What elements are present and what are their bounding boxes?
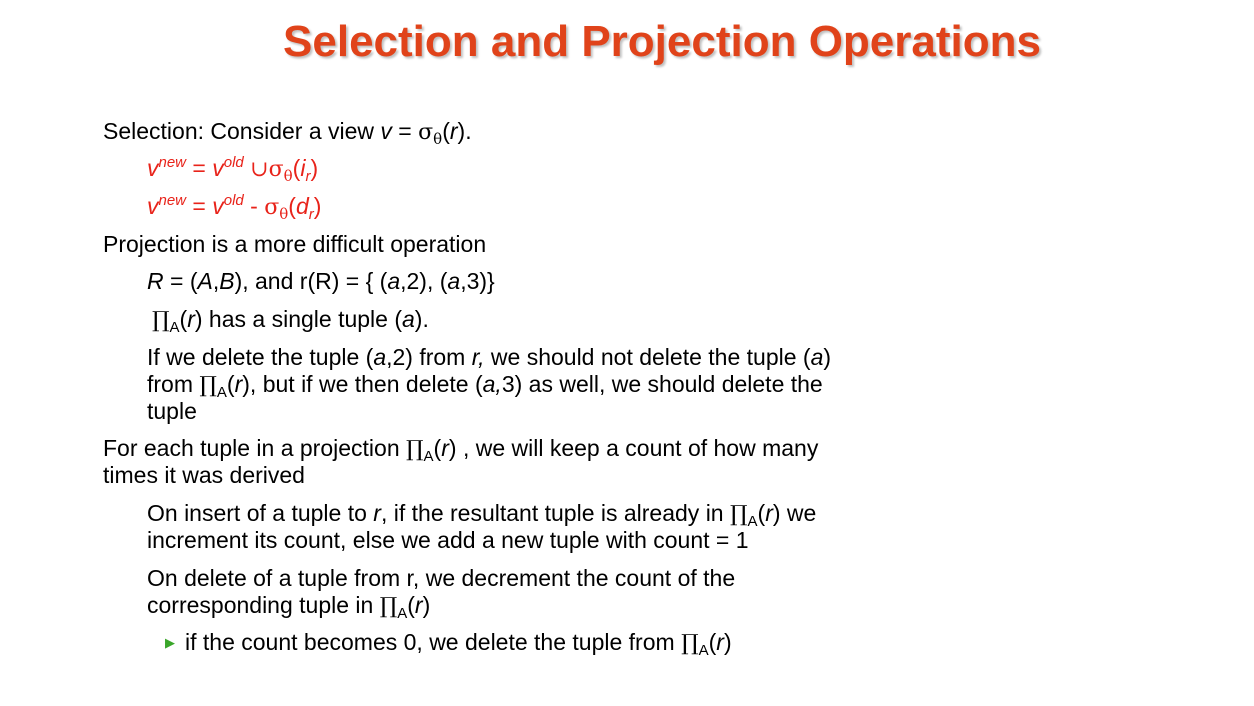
pi-symbol: ∏	[379, 594, 398, 619]
projection-heading: Projection is a more difficult operation	[103, 231, 487, 257]
text: r	[187, 306, 195, 332]
text: R	[147, 268, 164, 294]
text: r	[441, 435, 449, 461]
text: v	[212, 155, 224, 181]
selection-insert-formula: vnew = vold ∪σθ(ir)	[147, 154, 319, 185]
pi-symbol: ∏	[730, 502, 748, 527]
text: v	[147, 193, 159, 219]
delete-example-line-2: from ∏A(r), but if we then delete (a,3) …	[147, 371, 823, 401]
pi-symbol: ∏	[406, 437, 424, 462]
pi-symbol: ∏	[199, 373, 217, 398]
text: from	[147, 371, 200, 397]
slide: Selection and Projection Operations Sele…	[0, 0, 1254, 706]
text: ), but if we then delete (	[242, 371, 483, 397]
text: A	[698, 642, 709, 659]
text: ,2), (	[400, 268, 448, 294]
selection-intro: Selection: Consider a view v = σθ(r).	[103, 118, 472, 148]
text: a	[402, 306, 415, 332]
text: if the count becomes 0, we delete the tu…	[185, 629, 682, 655]
delete-count-line-1: On delete of a tuple from r, we decremen…	[147, 565, 736, 591]
text: old	[223, 154, 244, 171]
text: =	[391, 118, 419, 144]
text: new	[158, 192, 187, 209]
delete-example-line-3: tuple	[147, 398, 197, 424]
pi-symbol: ∏	[681, 631, 699, 656]
projection-single-tuple: ∏A(r) has a single tuple (a).	[152, 306, 429, 336]
relation-definition: R = (A,B), and r(R) = { (a,2), (a,3)}	[147, 268, 495, 295]
text: , if the resultant tuple is already in	[380, 500, 730, 526]
text: r	[765, 500, 773, 526]
text: d	[295, 193, 309, 219]
text: ,3)}	[460, 268, 495, 294]
text: r	[308, 206, 314, 223]
text: = (	[163, 268, 198, 294]
text: r	[305, 168, 311, 185]
text: -	[243, 193, 265, 219]
text: A	[747, 513, 758, 530]
text: v	[212, 193, 224, 219]
theta-symbol: θ	[279, 205, 289, 223]
insert-line-2: increment its count, else we add a new t…	[147, 527, 749, 553]
text: A	[216, 384, 227, 401]
text: If we delete the tuple (	[147, 344, 374, 370]
zero-count-line: if the count becomes 0, we delete the tu…	[185, 629, 732, 659]
theta-symbol: θ	[433, 130, 443, 148]
text: we should not delete the tuple (	[484, 344, 811, 370]
delete-example-line-1: If we delete the tuple (a,2) from r, we …	[147, 344, 831, 371]
text: v	[147, 155, 159, 181]
text: =	[186, 155, 213, 181]
pi-symbol: ∏	[152, 308, 170, 333]
selection-delete-formula: vnew = vold - σθ(dr)	[147, 192, 322, 223]
text: ,2) from	[386, 344, 472, 370]
delete-count-line-2: corresponding tuple in ∏A(r)	[147, 592, 431, 622]
text: r	[449, 118, 458, 144]
text: corresponding tuple in	[147, 592, 380, 618]
text: a	[447, 268, 461, 294]
text: r	[716, 629, 724, 655]
text: v	[380, 118, 392, 144]
sigma-symbol: σ	[264, 195, 280, 220]
text: ) , we will keep a count of how many	[448, 435, 819, 461]
text: A	[169, 319, 180, 336]
count-line-1: For each tuple in a projection ∏A(r) , w…	[103, 435, 819, 465]
text: On insert of a tuple to	[147, 500, 374, 526]
text: ) we	[772, 500, 817, 526]
sigma-symbol: σ	[418, 120, 434, 145]
text: ).	[414, 306, 429, 332]
text: A	[423, 448, 434, 465]
text: r,	[471, 344, 485, 370]
text: a	[387, 268, 401, 294]
text: old	[223, 192, 244, 209]
text: a	[810, 344, 824, 370]
text: A	[397, 605, 408, 622]
text: )	[823, 344, 832, 370]
text: ).	[457, 118, 472, 144]
union-symbol: ∪	[250, 157, 269, 182]
text: Selection: Consider a view	[103, 118, 381, 144]
text: a,	[482, 371, 502, 397]
text: new	[158, 154, 187, 171]
text: r	[414, 592, 423, 618]
text: ), and r(R) = { (	[234, 268, 388, 294]
count-line-2: times it was derived	[103, 462, 305, 488]
sigma-symbol: σ	[268, 157, 284, 182]
text: =	[186, 193, 213, 219]
insert-line-1: On insert of a tuple to r, if the result…	[147, 500, 817, 530]
text: a	[373, 344, 387, 370]
text: ) has a single tuple (	[194, 306, 402, 332]
slide-title: Selection and Projection Operations	[283, 17, 1041, 66]
text: r	[373, 500, 381, 526]
text: A	[197, 268, 213, 294]
text: 3) as well, we should delete the	[501, 371, 823, 397]
triangle-right-icon: ▶	[165, 635, 175, 650]
text: For each tuple in a projection	[103, 435, 407, 461]
text: B	[219, 268, 235, 294]
theta-symbol: θ	[283, 167, 293, 185]
